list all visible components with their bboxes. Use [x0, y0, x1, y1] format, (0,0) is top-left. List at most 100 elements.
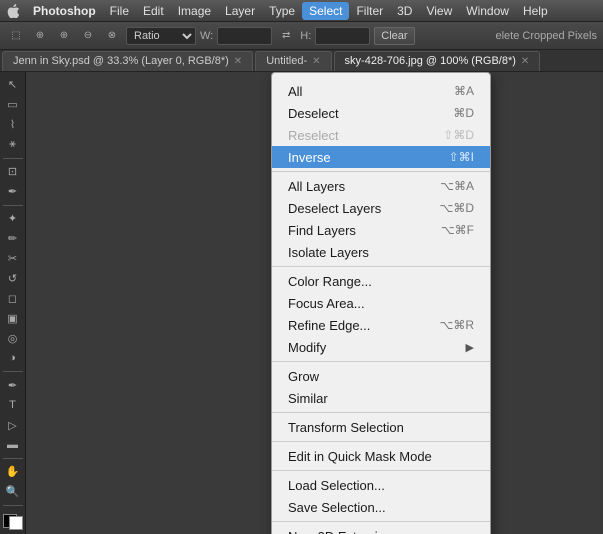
brush-tool[interactable]: ✏: [2, 230, 24, 248]
all-shortcut: ⌘A: [454, 84, 474, 98]
focus-area-label: Focus Area...: [288, 296, 474, 311]
tab-close-jenn-sky[interactable]: ✕: [234, 56, 242, 67]
pen-tool[interactable]: ✒: [2, 376, 24, 394]
crop-tool[interactable]: ⊡: [2, 163, 24, 181]
tab-close-untitled[interactable]: ✕: [312, 56, 320, 67]
menu-item-new-3d-extrusion[interactable]: New 3D Extrusion: [272, 525, 490, 534]
height-label: H:: [300, 30, 311, 42]
width-input[interactable]: [217, 27, 272, 45]
menu-item-deselect[interactable]: Deselect ⌘D: [272, 102, 490, 124]
lasso-tool[interactable]: ⌇: [2, 116, 24, 134]
menu-item-edit[interactable]: Edit: [136, 2, 171, 20]
menu-item-layer[interactable]: Layer: [218, 2, 262, 20]
swap-icon[interactable]: ⇄: [276, 26, 296, 46]
menu-item-focus-area[interactable]: Focus Area...: [272, 292, 490, 314]
modify-label: Modify: [288, 340, 466, 355]
background-color[interactable]: [9, 516, 23, 530]
gradient-tool[interactable]: ▣: [2, 309, 24, 327]
menu-section-3d: New 3D Extrusion: [272, 522, 490, 534]
shape-tool[interactable]: ▬: [2, 436, 24, 454]
menu-item-find-layers[interactable]: Find Layers ⌥⌘F: [272, 219, 490, 241]
clear-button[interactable]: Clear: [374, 27, 414, 45]
healing-brush-tool[interactable]: ✦: [2, 210, 24, 228]
intersect-selection-icon[interactable]: ⊗: [102, 26, 122, 46]
menu-item-filter[interactable]: Filter: [349, 2, 390, 20]
dodge-tool[interactable]: ◑: [2, 349, 24, 367]
save-selection-label: Save Selection...: [288, 500, 474, 515]
tab-jenn-sky[interactable]: Jenn in Sky.psd @ 33.3% (Layer 0, RGB/8*…: [2, 51, 253, 71]
type-tool[interactable]: T: [2, 396, 24, 414]
width-label: W:: [200, 30, 213, 42]
move-tool[interactable]: ↖: [2, 76, 24, 94]
menu-item-refine-edge[interactable]: Refine Edge... ⌥⌘R: [272, 314, 490, 336]
menu-item-modify[interactable]: Modify ▶: [272, 336, 490, 358]
menu-item-all-layers[interactable]: All Layers ⌥⌘A: [272, 175, 490, 197]
menu-section-transform: Transform Selection: [272, 413, 490, 442]
canvas-area: All ⌘A Deselect ⌘D Reselect ⇧⌘D Inverse …: [26, 72, 603, 534]
color-range-label: Color Range...: [288, 274, 474, 289]
edit-quick-mask-label: Edit in Quick Mask Mode: [288, 449, 474, 464]
tab-untitled[interactable]: Untitled- ✕: [255, 51, 331, 71]
find-layers-shortcut: ⌥⌘F: [441, 223, 474, 237]
menu-item-select[interactable]: Select: [302, 2, 349, 20]
menu-item-3d[interactable]: 3D: [390, 2, 419, 20]
menu-section-quick-mask: Edit in Quick Mask Mode: [272, 442, 490, 471]
hand-tool[interactable]: ✋: [2, 463, 24, 481]
menu-item-window[interactable]: Window: [459, 2, 516, 20]
tabs-bar: Jenn in Sky.psd @ 33.3% (Layer 0, RGB/8*…: [0, 50, 603, 72]
height-input[interactable]: [315, 27, 370, 45]
menu-item-type[interactable]: Type: [262, 2, 302, 20]
toolbar-separator-4: [3, 458, 23, 459]
eyedropper-tool[interactable]: ✒: [2, 183, 24, 201]
menu-bar: Photoshop File Edit Image Layer Type Sel…: [0, 0, 603, 22]
find-layers-label: Find Layers: [288, 223, 421, 238]
deselect-shortcut: ⌘D: [453, 106, 474, 120]
menu-item-grow[interactable]: Grow: [272, 365, 490, 387]
menu-item-load-selection[interactable]: Load Selection...: [272, 474, 490, 496]
menu-item-save-selection[interactable]: Save Selection...: [272, 496, 490, 518]
menu-item-help[interactable]: Help: [516, 2, 555, 20]
style-select[interactable]: Ratio Normal Fixed Size: [126, 27, 196, 45]
menu-item-transform-selection[interactable]: Transform Selection: [272, 416, 490, 438]
menu-item-deselect-layers[interactable]: Deselect Layers ⌥⌘D: [272, 197, 490, 219]
toolbar-separator-3: [3, 371, 23, 372]
transform-selection-label: Transform Selection: [288, 420, 474, 435]
history-brush-tool[interactable]: ↺: [2, 269, 24, 287]
color-swatches[interactable]: [3, 514, 23, 530]
menu-item-inverse[interactable]: Inverse ⇧⌘I: [272, 146, 490, 168]
menu-item-edit-quick-mask[interactable]: Edit in Quick Mask Mode: [272, 445, 490, 467]
apple-logo[interactable]: [4, 2, 22, 20]
menu-item-isolate-layers[interactable]: Isolate Layers: [272, 241, 490, 263]
modify-arrow: ▶: [466, 341, 474, 354]
menu-item-image[interactable]: Image: [171, 2, 218, 20]
menu-item-color-range[interactable]: Color Range...: [272, 270, 490, 292]
deselect-layers-label: Deselect Layers: [288, 201, 420, 216]
delete-cropped-label: elete Cropped Pixels: [495, 30, 597, 42]
isolate-layers-label: Isolate Layers: [288, 245, 474, 260]
menu-item-view[interactable]: View: [419, 2, 459, 20]
all-layers-label: All Layers: [288, 179, 420, 194]
menu-section-layers: All Layers ⌥⌘A Deselect Layers ⌥⌘D Find …: [272, 172, 490, 267]
inverse-label: Inverse: [288, 150, 429, 165]
eraser-tool[interactable]: ◻: [2, 289, 24, 307]
menu-item-all[interactable]: All ⌘A: [272, 80, 490, 102]
blur-tool[interactable]: ◎: [2, 329, 24, 347]
menu-item-similar[interactable]: Similar: [272, 387, 490, 409]
tab-close-sky[interactable]: ✕: [521, 56, 529, 67]
marquee-tool[interactable]: ▭: [2, 96, 24, 114]
new-selection-icon[interactable]: ⊕: [30, 26, 50, 46]
menu-section-load-save: Load Selection... Save Selection...: [272, 471, 490, 522]
toolbar-separator-2: [3, 205, 23, 206]
tab-sky[interactable]: sky-428-706.jpg @ 100% (RGB/8*) ✕: [334, 51, 541, 71]
magic-wand-tool[interactable]: ⚹: [2, 136, 24, 154]
menu-item-reselect[interactable]: Reselect ⇧⌘D: [272, 124, 490, 146]
menu-section-grow-similar: Grow Similar: [272, 362, 490, 413]
options-bar: ⬚ ⊕ ⊕ ⊖ ⊗ Ratio Normal Fixed Size W: ⇄ H…: [0, 22, 603, 50]
menu-item-photoshop[interactable]: Photoshop: [26, 2, 103, 20]
clone-stamp-tool[interactable]: ✂: [2, 250, 24, 268]
add-selection-icon[interactable]: ⊕: [54, 26, 74, 46]
menu-item-file[interactable]: File: [103, 2, 136, 20]
zoom-tool[interactable]: 🔍: [2, 483, 24, 501]
subtract-selection-icon[interactable]: ⊖: [78, 26, 98, 46]
path-selection-tool[interactable]: ▷: [2, 416, 24, 434]
